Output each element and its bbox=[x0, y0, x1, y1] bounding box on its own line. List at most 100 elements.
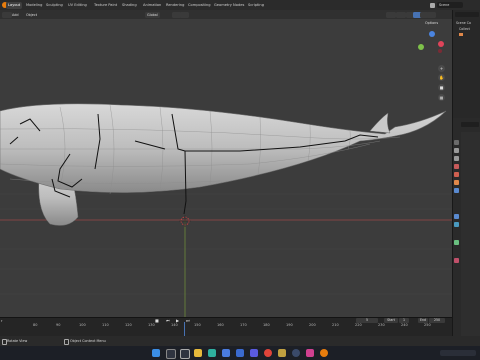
timeline-tick-label: 90 bbox=[56, 323, 61, 327]
object-tab-icon[interactable] bbox=[454, 180, 459, 185]
particles-tab-icon[interactable] bbox=[454, 214, 459, 219]
timeline-tick-label: 220 bbox=[355, 323, 362, 327]
end-frame-field[interactable]: 250 bbox=[429, 318, 445, 323]
mail-app-icon[interactable] bbox=[236, 349, 244, 357]
outliner-item-collection[interactable]: Collect bbox=[459, 27, 470, 31]
tab-rendering[interactable]: Rendering bbox=[164, 2, 186, 9]
top-bar: Layout Modeling Sculpting UV Editing Texture… bbox=[0, 0, 480, 10]
gizmo-x-axis-icon[interactable] bbox=[438, 41, 444, 47]
media-app-icon[interactable] bbox=[306, 349, 314, 357]
whale-dorsal-fin bbox=[369, 112, 391, 134]
chrome-browser-icon[interactable] bbox=[264, 349, 272, 357]
tab-uv-editing[interactable]: UV Editing bbox=[66, 2, 89, 9]
steam-app-icon[interactable] bbox=[292, 349, 300, 357]
zoom-icon[interactable]: + bbox=[438, 65, 445, 72]
scene-tab-icon[interactable] bbox=[454, 164, 459, 169]
tab-animation[interactable]: Animation bbox=[141, 2, 163, 9]
jump-end-button[interactable]: ⏭ bbox=[186, 318, 190, 323]
transform-orientation-dropdown[interactable]: Global bbox=[145, 11, 160, 18]
rendered-shading-icon[interactable] bbox=[427, 11, 436, 18]
timeline-tick-label: 120 bbox=[125, 323, 132, 327]
tab-compositing[interactable]: Compositing bbox=[186, 2, 213, 9]
timeline-tick-label: 140 bbox=[171, 323, 178, 327]
timeline-tick-label: 170 bbox=[240, 323, 247, 327]
output-tab-icon[interactable] bbox=[454, 156, 459, 161]
store-app-icon[interactable] bbox=[250, 349, 258, 357]
status-left-action: Rotate View bbox=[7, 338, 28, 343]
xray-icon[interactable] bbox=[396, 11, 406, 18]
play-button[interactable]: ■ bbox=[155, 318, 159, 323]
timeline-tick-label: 100 bbox=[79, 323, 86, 327]
system-tray[interactable] bbox=[440, 350, 476, 356]
file-explorer-icon[interactable] bbox=[194, 349, 202, 357]
playhead[interactable] bbox=[184, 322, 185, 337]
mouse-right-icon bbox=[64, 339, 69, 345]
3d-viewport[interactable]: Options + ✋ ■ ▦ bbox=[0, 19, 452, 317]
timeline-tick-label: 160 bbox=[217, 323, 224, 327]
task-view-icon[interactable] bbox=[180, 349, 190, 359]
data-tab-icon[interactable] bbox=[454, 258, 459, 263]
modifier-tab-icon[interactable] bbox=[454, 188, 459, 193]
tab-shading[interactable]: Shading bbox=[120, 2, 139, 9]
tab-scripting[interactable]: Scripting bbox=[246, 2, 266, 9]
overlay-icon[interactable] bbox=[386, 11, 396, 18]
timeline-panel[interactable]: r ■ ⏮ ▶ ⏭ 5 Start 1 End 250 80 90 100 110 12… bbox=[0, 317, 452, 337]
status-bar: Rotate View Object Context Menu bbox=[0, 336, 480, 346]
timeline-tick-label: 210 bbox=[332, 323, 339, 327]
game-app-icon[interactable] bbox=[278, 349, 286, 357]
tool-tab-icon[interactable] bbox=[454, 140, 459, 145]
timeline-tick-label: 180 bbox=[263, 323, 270, 327]
timeline-tick-label: 130 bbox=[148, 323, 155, 327]
timeline-tick-label: 80 bbox=[33, 323, 38, 327]
gizmo-neg-x-axis-icon[interactable] bbox=[438, 49, 442, 53]
taskbar-search-icon[interactable] bbox=[166, 349, 176, 359]
3d-cursor bbox=[179, 215, 191, 227]
physics-tab-icon[interactable] bbox=[454, 222, 459, 227]
timeline-tick-label: 240 bbox=[401, 323, 408, 327]
edge-browser-icon[interactable] bbox=[208, 349, 216, 357]
properties-search-field[interactable] bbox=[461, 122, 479, 127]
perspective-toggle-icon[interactable]: ▦ bbox=[438, 94, 445, 101]
world-tab-icon[interactable] bbox=[454, 172, 459, 177]
navigation-gizmo[interactable] bbox=[418, 31, 446, 59]
properties-content bbox=[461, 132, 480, 342]
scene-selector[interactable]: Scene bbox=[437, 2, 463, 8]
photos-app-icon[interactable] bbox=[222, 349, 230, 357]
camera-view-icon[interactable]: ■ bbox=[438, 84, 445, 91]
windows-taskbar bbox=[0, 346, 480, 360]
constraints-tab-icon[interactable] bbox=[454, 240, 459, 245]
tab-sculpting[interactable]: Sculpting bbox=[44, 2, 65, 9]
gizmo-z-axis-icon[interactable] bbox=[429, 31, 435, 37]
timeline-tick-label: 200 bbox=[309, 323, 316, 327]
scene-icon[interactable] bbox=[430, 2, 435, 8]
jump-start-button[interactable]: ⏮ bbox=[166, 318, 170, 323]
tab-modeling[interactable]: Modeling bbox=[24, 2, 44, 9]
timeline-tick-label: 150 bbox=[194, 323, 201, 327]
options-dropdown[interactable]: Options bbox=[425, 21, 438, 25]
outliner-filter-icon[interactable] bbox=[455, 12, 479, 17]
viewport-canvas bbox=[0, 103, 452, 317]
object-menu[interactable]: Object bbox=[24, 12, 39, 18]
add-menu[interactable]: Add bbox=[10, 12, 21, 18]
tab-layout[interactable]: Layout bbox=[6, 1, 23, 9]
windows-start-icon[interactable] bbox=[152, 349, 160, 357]
timeline-tick-label: 230 bbox=[378, 323, 385, 327]
timeline-tick-label: 110 bbox=[102, 323, 109, 327]
start-label: Start bbox=[384, 318, 398, 323]
whale-body bbox=[0, 103, 447, 193]
proportional-edit-icon[interactable] bbox=[180, 11, 189, 18]
timeline-tick-label: 250 bbox=[424, 323, 431, 327]
tab-geometry-nodes[interactable]: Geometry Nodes bbox=[212, 2, 246, 9]
render-tab-icon[interactable] bbox=[454, 148, 459, 153]
tab-texture-paint[interactable]: Texture Paint bbox=[92, 2, 119, 9]
timeline-tick-label: 190 bbox=[286, 323, 293, 327]
outliner-panel[interactable]: Scene Co Collect bbox=[452, 10, 480, 118]
gizmo-y-axis-icon[interactable] bbox=[418, 44, 424, 50]
outliner-item-scene-collection[interactable]: Scene Co bbox=[456, 21, 471, 25]
blender-taskbar-icon[interactable] bbox=[320, 349, 328, 357]
viewport-header: Add Object Global bbox=[0, 10, 452, 19]
pan-hand-icon[interactable]: ✋ bbox=[438, 74, 445, 81]
timeline-label: r bbox=[1, 319, 3, 323]
status-right-action: Object Context Menu bbox=[70, 338, 106, 343]
properties-panel[interactable] bbox=[452, 118, 480, 346]
